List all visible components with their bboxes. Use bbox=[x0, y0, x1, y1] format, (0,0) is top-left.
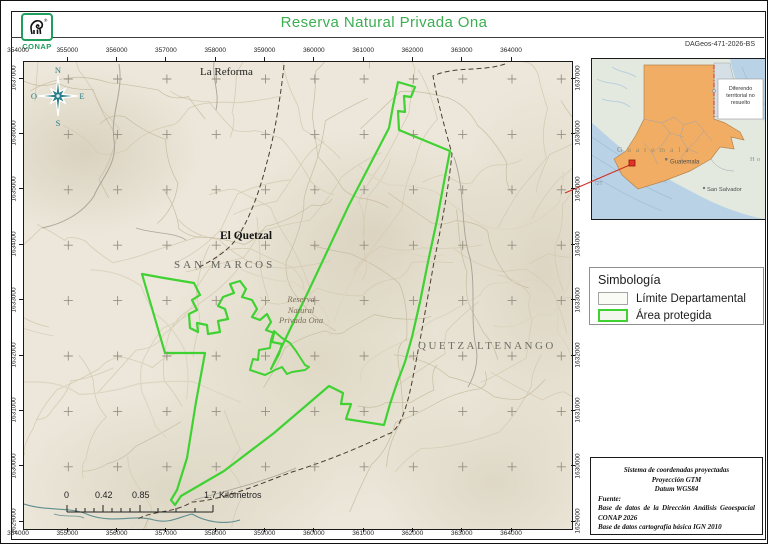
frame-tick bbox=[461, 57, 463, 61]
coordinate-tick-label: 1637000 bbox=[574, 65, 582, 91]
frame-tick bbox=[411, 528, 413, 532]
projection-line2: Proyección GTM bbox=[651, 475, 702, 484]
coordinate-tick-label: 1635000 bbox=[574, 176, 582, 202]
frame-tick bbox=[411, 57, 413, 61]
legend: Simbología Límite Departamental Área pro… bbox=[589, 267, 764, 325]
svg-text:resuelto: resuelto bbox=[731, 100, 750, 106]
frame-tick bbox=[571, 299, 575, 301]
inset-city-label: San Salvador bbox=[707, 187, 742, 193]
inset-neighbor-label: Ho bbox=[750, 156, 762, 163]
source-label: Fuente: bbox=[598, 494, 621, 503]
coordinate-tick-label: 1634000 bbox=[574, 231, 582, 257]
frame-tick bbox=[362, 528, 364, 532]
frame-tick bbox=[19, 520, 23, 522]
frame-tick bbox=[571, 465, 575, 467]
legend-item-protected-area: Área protegida bbox=[598, 309, 755, 322]
coordinate-tick-label: 1636000 bbox=[574, 120, 582, 147]
coordinate-tick-label: 1633000 bbox=[574, 286, 582, 313]
inset-grid-zone-label: 72T bbox=[594, 181, 603, 187]
frame-tick bbox=[19, 465, 23, 467]
inset-note-box bbox=[717, 78, 764, 120]
coordinate-tick-label: 1632000 bbox=[574, 342, 582, 368]
frame-tick bbox=[571, 77, 575, 79]
frame-tick bbox=[165, 57, 167, 61]
map-sheet: Reserva Natural Privada Ona DAGeos-471-2… bbox=[0, 0, 768, 544]
frame-tick bbox=[214, 57, 216, 61]
svg-text:territorial no: territorial no bbox=[726, 93, 754, 99]
source-line2: Base de datos cartografía básica IGN 201… bbox=[598, 523, 722, 531]
frame-tick bbox=[165, 528, 167, 532]
frame-tick bbox=[19, 243, 23, 245]
frame-tick bbox=[571, 354, 575, 356]
coordinate-tick-label: 1631000 bbox=[574, 397, 582, 424]
svg-text:Diferendo: Diferendo bbox=[729, 86, 752, 92]
frame-tick bbox=[313, 57, 315, 61]
departmental-limit-swatch bbox=[598, 292, 628, 305]
legend-title: Simbología bbox=[598, 273, 661, 287]
locator-inset-map: Diferendo territorial no resuelto G u a … bbox=[591, 58, 766, 220]
inset-capital-label: Guatemala bbox=[670, 160, 700, 166]
inset-country-label: G u a t e m a l a bbox=[617, 145, 690, 154]
source-line1: Base de datos de la Dirección Análisis G… bbox=[598, 504, 755, 522]
frame-tick bbox=[19, 299, 23, 301]
frame-tick bbox=[66, 57, 68, 61]
frame-tick bbox=[19, 77, 23, 79]
coordinate-tick-label: 1630000 bbox=[574, 453, 582, 479]
frame-tick bbox=[362, 57, 364, 61]
frame-tick bbox=[116, 528, 118, 532]
frame-tick bbox=[19, 354, 23, 356]
protected-area-swatch bbox=[598, 309, 628, 322]
frame-tick bbox=[264, 57, 265, 61]
frame-tick bbox=[214, 528, 216, 532]
frame-tick bbox=[510, 57, 512, 61]
legend-item-departmental: Límite Departamental bbox=[598, 292, 755, 305]
frame-tick bbox=[66, 528, 68, 532]
frame-tick bbox=[571, 243, 575, 245]
projection-line3: Datum WGS84 bbox=[654, 485, 699, 493]
frame-tick bbox=[510, 528, 512, 532]
frame-tick bbox=[461, 528, 463, 532]
frame-tick bbox=[571, 520, 575, 522]
frame-tick bbox=[19, 132, 23, 134]
frame-tick bbox=[571, 409, 575, 411]
coordinate-tick-label: 1629000 bbox=[574, 508, 582, 534]
source-info-box: Sistema de coordenadas proyectadas Proye… bbox=[590, 457, 763, 535]
frame-tick bbox=[19, 409, 23, 411]
frame-tick bbox=[19, 188, 23, 190]
frame-tick bbox=[571, 132, 575, 134]
frame-tick bbox=[116, 57, 118, 61]
frame-tick bbox=[313, 528, 315, 532]
projection-line1: Sistema de coordenadas proyectadas bbox=[623, 466, 730, 474]
frame-tick bbox=[264, 528, 265, 532]
frame-tick bbox=[571, 188, 575, 190]
